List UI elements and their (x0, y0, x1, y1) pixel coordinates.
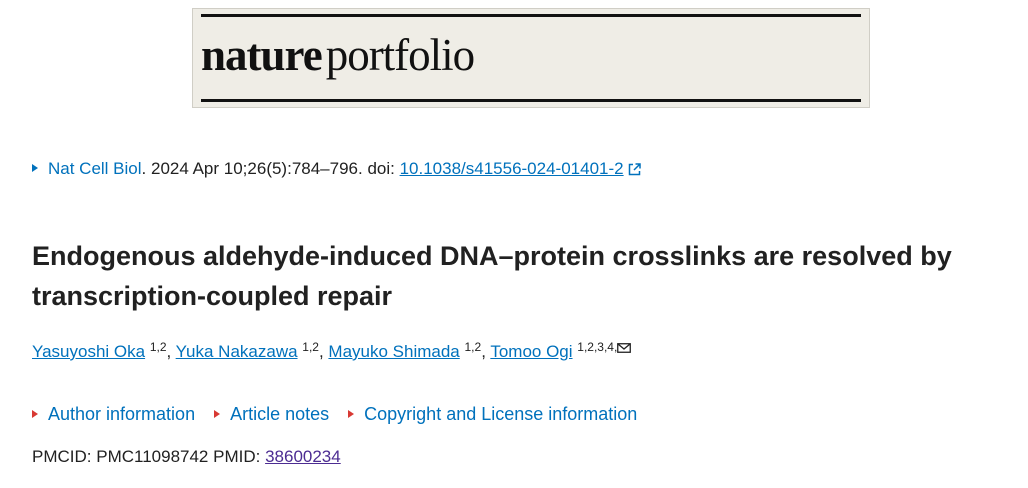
article-notes-label: Article notes (230, 404, 330, 424)
author-link-oka[interactable]: Yasuyoshi Oka (32, 342, 145, 361)
pmid-label: PMID: (213, 447, 266, 466)
article-identifiers: PMCID: PMC11098742 PMID: 38600234 (32, 447, 341, 467)
expand-triangle-icon (32, 164, 38, 172)
banner-top-rule (201, 14, 861, 17)
expand-triangle-icon (348, 410, 355, 418)
author-link-nakazawa[interactable]: Yuka Nakazawa (176, 342, 298, 361)
author-affiliation[interactable]: 1,2 (150, 340, 167, 354)
logo-word-portfolio: portfolio (325, 30, 475, 80)
expand-triangle-icon (214, 410, 221, 418)
envelope-icon[interactable] (617, 343, 632, 353)
author-affiliation[interactable]: 1,2 (465, 340, 482, 354)
expand-triangle-icon (32, 410, 38, 418)
pmid-link[interactable]: 38600234 (265, 447, 341, 466)
article-title: Endogenous aldehyde-induced DNA–protein … (32, 241, 952, 311)
article-accordions: Author information Article notes Copyrig… (32, 404, 651, 425)
author-affiliation[interactable]: 1,2,3,4, (577, 340, 617, 354)
copyright-license-toggle[interactable]: Copyright and License information (348, 404, 637, 424)
doi-link[interactable]: 10.1038/s41556-024-01401-2 (400, 159, 624, 178)
citation-line: Nat Cell Biol. 2024 Apr 10;26(5):784–796… (32, 159, 641, 179)
nature-portfolio-logo: natureportfolio (201, 30, 475, 80)
author-list: Yasuyoshi Oka 1,2, Yuka Nakazawa 1,2, Ma… (32, 340, 632, 362)
author-link-shimada[interactable]: Mayuko Shimada (328, 342, 459, 361)
logo-word-nature: nature (201, 30, 323, 80)
author-information-label: Author information (48, 404, 196, 424)
author-affiliation[interactable]: 1,2 (302, 340, 319, 354)
article-notes-toggle[interactable]: Article notes (214, 404, 329, 424)
banner-bottom-rule (201, 99, 861, 102)
pmcid-label: PMCID: (32, 447, 97, 466)
journal-link[interactable]: Nat Cell Biol (48, 159, 142, 178)
journal-banner: natureportfolio (192, 8, 870, 108)
pmcid-value: PMC11098742 (96, 447, 209, 466)
author-information-toggle[interactable]: Author information (32, 404, 195, 424)
author-link-ogi[interactable]: Tomoo Ogi (490, 342, 572, 361)
citation-details: . 2024 Apr 10;26(5):784–796. doi: (141, 159, 400, 178)
external-link-icon[interactable] (628, 163, 641, 176)
copyright-license-label: Copyright and License information (364, 404, 638, 424)
